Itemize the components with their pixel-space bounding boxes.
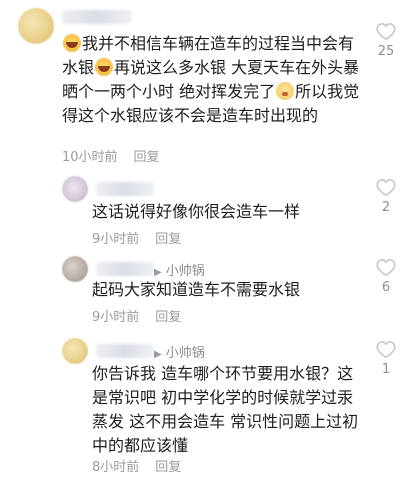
timestamp: 8小时前: [92, 460, 140, 475]
comment-text: 我并不相信车辆在造车的过程当中会有水银 再说这么多水银 大夏天车在外头暴晒个一两个…: [62, 34, 360, 125]
like-button[interactable]: 1: [372, 340, 400, 377]
reply-to-label: ▶ 小帅锅: [154, 342, 205, 361]
reply-item: 这话说得好像你很会造车一样 9小时前 回复 2: [0, 172, 414, 256]
reply-button[interactable]: 回复: [155, 310, 181, 325]
heart-icon: [376, 341, 396, 358]
reply-to-name[interactable]: 小帅锅: [166, 346, 205, 361]
like-button[interactable]: 25: [372, 22, 400, 59]
reply-meta: 8小时前 回复: [92, 456, 181, 475]
timestamp: 9小时前: [92, 310, 140, 325]
avatar[interactable]: [62, 176, 88, 202]
timestamp: 10小时前: [62, 150, 118, 165]
like-button[interactable]: 2: [372, 178, 400, 215]
reply-text: 你告诉我 造车哪个环节要用水银？这是常识吧 初中学化学的时候就学过汞蒸发 这不用…: [92, 364, 359, 455]
laugh-cry-emoji: [95, 58, 114, 76]
reply-item: ▶ 小帅锅 起码大家知道造车不需要水银 9小时前 回复 6: [0, 254, 414, 334]
like-button[interactable]: 6: [372, 258, 400, 295]
reply-text: 这话说得好像你很会造车一样: [92, 202, 301, 221]
avatar[interactable]: [62, 338, 88, 364]
heart-icon: [376, 23, 396, 40]
username-blurred[interactable]: [96, 182, 154, 196]
like-count: 6: [381, 280, 391, 295]
comment-meta: 10小时前 回复: [62, 146, 160, 165]
reply-meta: 9小时前 回复: [92, 306, 181, 325]
reply-button[interactable]: 回复: [155, 460, 181, 475]
like-count: 1: [381, 362, 391, 377]
laugh-cry-emoji: [63, 34, 81, 52]
reply-button[interactable]: 回复: [155, 232, 181, 247]
avatar[interactable]: [62, 256, 88, 282]
reply-text: 起码大家知道造车不需要水银: [92, 280, 301, 299]
reply-button[interactable]: 回复: [134, 150, 160, 165]
caret-right-icon: ▶: [154, 267, 162, 278]
reply-to-label: ▶ 小帅锅: [154, 260, 205, 279]
comment-item: 我并不相信车辆在造车的过程当中会有水银 再说这么多水银 大夏天车在外头暴晒个一两个…: [0, 0, 414, 170]
avatar[interactable]: [18, 8, 54, 44]
heart-icon: [376, 179, 396, 196]
reply-meta: 9小时前 回复: [92, 228, 181, 247]
username-blurred[interactable]: [62, 10, 132, 24]
caret-right-icon: ▶: [154, 349, 162, 360]
username-blurred[interactable]: [96, 344, 154, 358]
username-blurred[interactable]: [96, 262, 154, 276]
heart-icon: [376, 259, 396, 276]
reply-to-name[interactable]: 小帅锅: [166, 264, 205, 279]
reply-item: ▶ 小帅锅 你告诉我 造车哪个环节要用水银？这是常识吧 初中学化学的时候就学过汞蒸…: [0, 334, 414, 481]
like-count: 2: [381, 200, 391, 215]
like-count: 25: [377, 44, 395, 59]
shy-emoji: [276, 82, 295, 100]
timestamp: 9小时前: [92, 232, 140, 247]
